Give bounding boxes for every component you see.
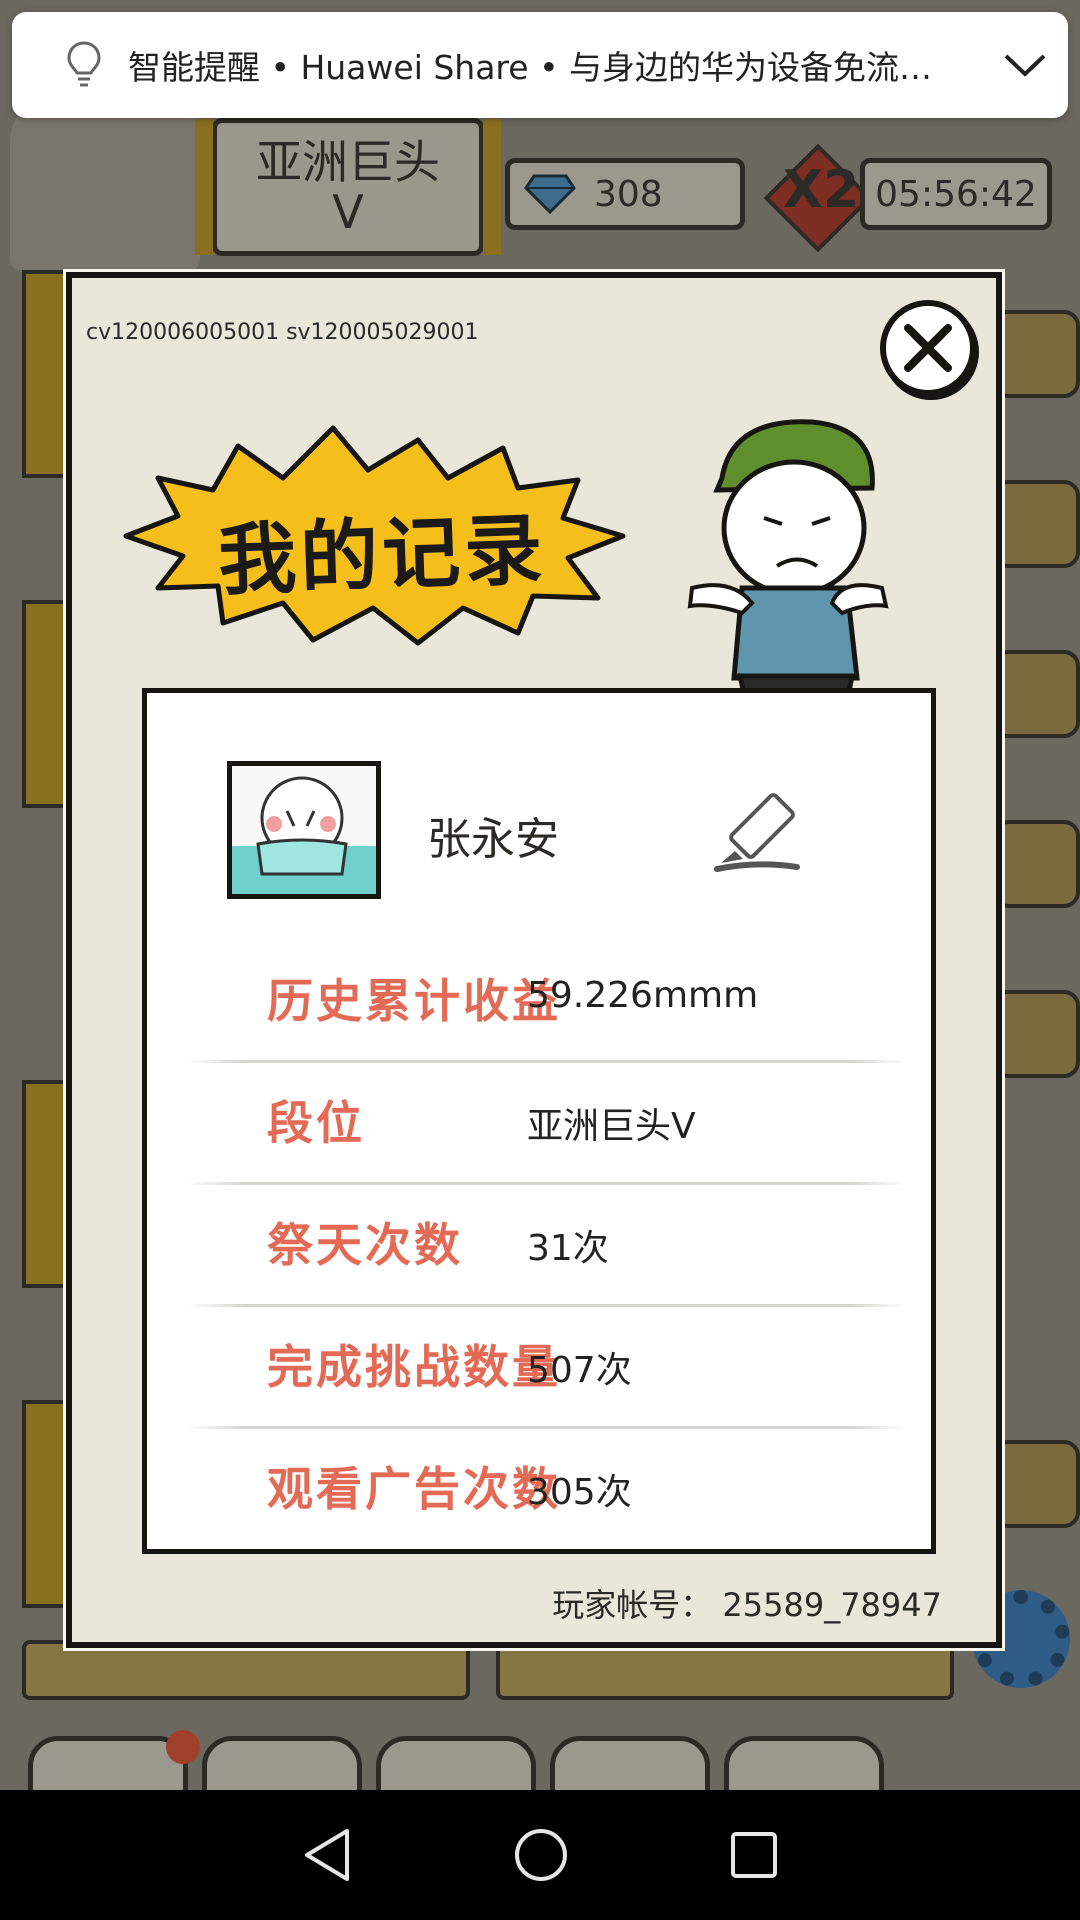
stat-row-total-earnings: 历史累计收益 59.226mmm	[187, 943, 907, 1065]
gift-icon	[992, 820, 1080, 908]
recents-icon[interactable]	[729, 1830, 779, 1880]
stat-value: 亚洲巨头V	[527, 1106, 696, 1147]
game-card	[22, 1640, 470, 1700]
badge-dot	[166, 1730, 200, 1764]
lightbulb-icon	[67, 41, 101, 87]
row-divider	[187, 1304, 907, 1307]
bottom-tab-bar	[28, 1730, 884, 1826]
shop-cart-icon	[992, 310, 1080, 398]
home-icon[interactable]	[513, 1827, 569, 1883]
stat-row-rank: 段位 亚洲巨头V	[187, 1065, 907, 1187]
back-icon[interactable]	[301, 1827, 353, 1883]
hud-timer: 05:56:42	[860, 158, 1052, 230]
player-name: 张永安	[427, 814, 559, 865]
hud-rank-line1: 亚洲巨头	[256, 135, 440, 189]
stat-row-ads-watched: 观看广告次数 305次	[187, 1431, 907, 1553]
hud-rank-line2: V	[332, 185, 364, 239]
trophy-icon	[992, 650, 1080, 738]
stat-label: 完成挑战数量	[267, 1340, 561, 1394]
stat-value: 305次	[527, 1472, 632, 1513]
system-navigation-bar	[0, 1790, 1080, 1920]
notification-text: 智能提醒 • Huawei Share • 与身边的华为设备免流…	[128, 48, 933, 87]
avatar-face-icon	[232, 776, 376, 894]
row-divider	[187, 1060, 907, 1063]
notification-banner[interactable]: 智能提醒 • Huawei Share • 与身边的华为设备免流…	[12, 12, 1068, 118]
dialog-title: 我的记录	[216, 504, 548, 607]
game-card	[496, 1640, 954, 1700]
hud-character-avatar	[10, 100, 200, 270]
stats-list: 历史累计收益 59.226mmm 段位 亚洲巨头V 祭天次数 31次 完成挑战数…	[187, 943, 907, 1553]
mail-icon	[992, 1440, 1080, 1528]
multiplier-label: X2	[782, 160, 860, 220]
stat-row-sacrifice-count: 祭天次数 31次	[187, 1187, 907, 1309]
edit-pencil-icon[interactable]	[707, 789, 807, 877]
stat-value: 59.226mmm	[527, 975, 759, 1016]
stat-label: 段位	[267, 1096, 365, 1150]
stat-label: 观看广告次数	[267, 1462, 561, 1516]
stat-label: 历史累计收益	[267, 974, 561, 1028]
row-divider	[187, 1426, 907, 1429]
chevron-down-icon[interactable]	[1002, 50, 1048, 80]
record-dialog: cv120006005001 sv120005029001 我的记录 张永安 历…	[66, 272, 1002, 1648]
hud-gem-counter: 308	[505, 158, 745, 230]
gem-count: 308	[594, 173, 663, 215]
stat-value: 31次	[527, 1228, 609, 1269]
player-avatar[interactable]	[227, 761, 381, 899]
box-icon	[992, 480, 1080, 568]
notes-icon	[992, 990, 1080, 1078]
close-button[interactable]	[880, 300, 976, 396]
stat-label: 祭天次数	[267, 1218, 463, 1272]
player-account: 玩家帐号： 25589_78947	[552, 1586, 942, 1624]
stat-value: 507次	[527, 1350, 632, 1391]
row-divider	[187, 1182, 907, 1185]
stats-panel: 张永安 历史累计收益 59.226mmm 段位 亚洲巨头V 祭天次数 31次 完…	[142, 688, 936, 1554]
hud-rank-plate: 亚洲巨头 V	[195, 118, 501, 256]
version-info: cv120006005001 sv120005029001	[86, 320, 479, 345]
close-icon	[904, 324, 952, 372]
stat-row-challenges: 完成挑战数量 507次	[187, 1309, 907, 1431]
diamond-icon	[524, 174, 576, 214]
